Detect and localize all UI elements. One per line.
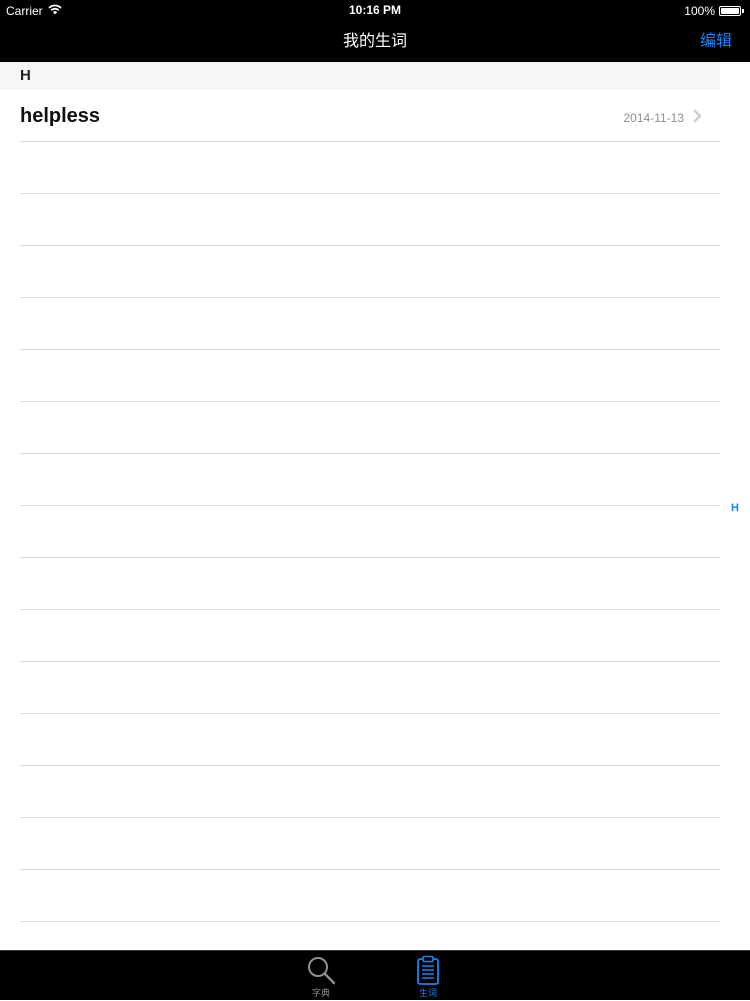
- empty-row: [0, 454, 720, 506]
- empty-row: [0, 506, 720, 558]
- status-time: 10:16 PM: [348, 3, 402, 17]
- clipboard-icon: [413, 955, 443, 985]
- word-row[interactable]: helpless 2014-11-13: [0, 90, 720, 142]
- section-header: H: [0, 62, 720, 90]
- empty-row: [0, 662, 720, 714]
- empty-row: [0, 818, 720, 870]
- tab-dictionary[interactable]: 字典: [291, 951, 351, 1001]
- empty-row: [0, 350, 720, 402]
- status-right: 100%: [684, 3, 744, 19]
- edit-button[interactable]: 编辑: [700, 22, 732, 62]
- empty-row: [0, 870, 720, 922]
- empty-row: [0, 714, 720, 766]
- navigation-bar: 我的生词 编辑: [0, 22, 750, 62]
- empty-row: [0, 766, 720, 818]
- chevron-right-icon: [692, 108, 702, 124]
- empty-row: [0, 610, 720, 662]
- word-date: 2014-11-13: [623, 111, 685, 125]
- empty-row: [0, 194, 720, 246]
- tab-vocabulary[interactable]: 生词: [398, 951, 458, 1001]
- empty-row: [0, 298, 720, 350]
- status-bar: Carrier 10:16 PM 100%: [0, 0, 750, 22]
- section-title: H: [20, 67, 31, 84]
- battery-percentage: 100%: [684, 4, 715, 18]
- magnifier-icon: [306, 955, 336, 985]
- battery-fill: [721, 8, 739, 14]
- tab-vocabulary-label: 生词: [418, 988, 437, 998]
- empty-row: [0, 142, 720, 194]
- tab-dictionary-label: 字典: [311, 988, 330, 998]
- empty-row: [0, 402, 720, 454]
- battery-tip: [742, 9, 744, 13]
- word-label: helpless: [20, 105, 101, 127]
- empty-row: [0, 558, 720, 610]
- page-title: 我的生词: [342, 33, 407, 50]
- tab-bar: 字典 生词: [0, 950, 750, 1000]
- row-separator: [20, 921, 720, 922]
- empty-row: [0, 246, 720, 298]
- section-index-h[interactable]: H: [720, 498, 750, 518]
- battery-icon: [719, 6, 741, 16]
